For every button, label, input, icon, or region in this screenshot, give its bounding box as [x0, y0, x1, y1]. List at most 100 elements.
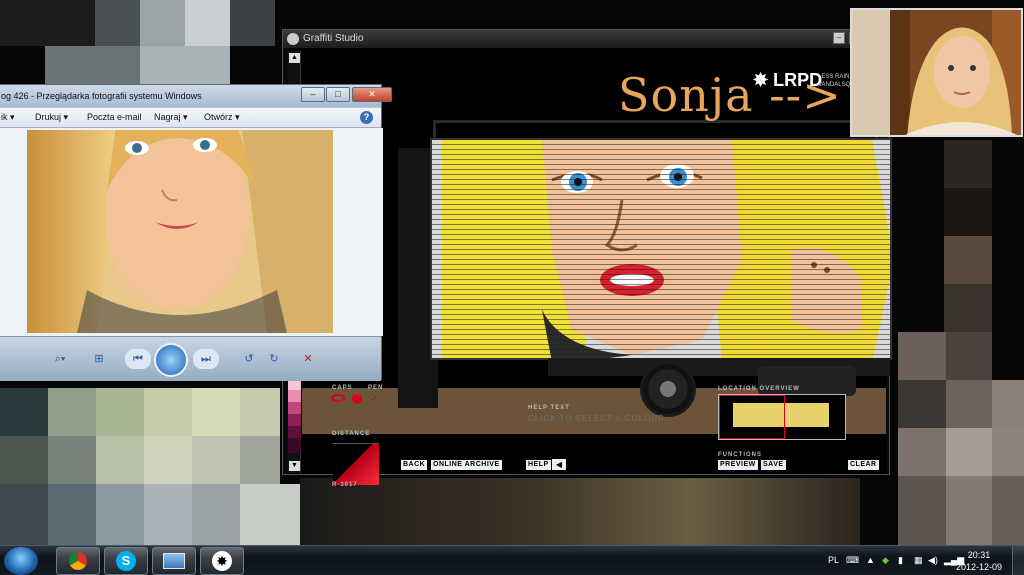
mosaic-tile	[992, 380, 1024, 428]
portrait-photo	[27, 130, 333, 333]
truck-wheel	[640, 361, 696, 417]
mosaic-tile	[946, 332, 992, 380]
show-hidden-icons[interactable]: ▲	[866, 555, 875, 565]
mosaic-tile	[144, 388, 192, 436]
preview-button[interactable]: PREVIEW	[718, 460, 758, 470]
slideshow-button[interactable]	[154, 343, 188, 377]
taskbar: S ✸ PL ⌨ ▲ ◆ ▮ ▦ ◀) ▂▄▆ 20:31 2012-12-09	[0, 545, 1024, 575]
maximize-button[interactable]: □	[326, 87, 350, 102]
green-app-icon[interactable]: ◆	[882, 555, 889, 566]
rotate-right-icon[interactable]: ↻	[265, 349, 283, 369]
graffiti-studio-titlebar[interactable]: Graffiti Studio – □	[283, 30, 889, 48]
menu-email[interactable]: Poczta e-mail	[87, 112, 142, 122]
mosaic-tile	[45, 46, 140, 86]
menu-print[interactable]: Drukuj ▾	[35, 112, 68, 123]
scroll-up-arrow-icon[interactable]: ▲	[289, 53, 300, 63]
truck-canvas[interactable]	[430, 138, 892, 360]
palette-swatch[interactable]	[288, 438, 301, 453]
help-button[interactable]: HELP	[526, 460, 551, 470]
skype-icon[interactable]: S	[104, 547, 148, 575]
mosaic-tile	[944, 140, 992, 188]
close-button[interactable]: ✕	[352, 87, 392, 102]
photo-viewer-window: og 426 - Przeglądarka fotografii systemu…	[0, 84, 392, 381]
palette-swatch[interactable]	[288, 390, 301, 402]
photo-viewer-toolbar: ⌕▾ ⊞ ⏮ ⏭ ↺ ↻ ✕	[0, 336, 381, 381]
desktop: Graffiti Studio – □ ▲ ▼	[0, 0, 1024, 575]
minimize-button[interactable]: –	[833, 32, 845, 44]
mosaic-tile	[898, 428, 946, 476]
keyboard-icon[interactable]: ⌨	[846, 555, 859, 566]
save-button[interactable]: SAVE	[761, 460, 786, 470]
viewport-indicator	[719, 395, 785, 439]
photo-viewer-body	[0, 128, 383, 336]
help-message: CLICK TO SELECT A COLOUR	[528, 414, 665, 423]
menu-burn[interactable]: Nagraj ▾	[154, 112, 188, 123]
mosaic-tile	[0, 0, 95, 46]
next-icon[interactable]: ⏭	[193, 349, 219, 369]
mosaic-tile	[144, 484, 192, 545]
previous-icon[interactable]: ⏮	[125, 349, 151, 369]
network-icon[interactable]: ▦	[914, 555, 923, 566]
mosaic-tile	[96, 388, 144, 436]
mosaic-tile	[0, 436, 48, 484]
caps-label: CAPS	[332, 385, 353, 391]
back-button[interactable]: BACK	[401, 460, 428, 470]
splat-icon: ✸	[753, 70, 769, 90]
mosaic-tile	[946, 428, 992, 476]
menu-open[interactable]: Otwórz ▾	[204, 112, 240, 123]
clear-button[interactable]: CLEAR	[848, 460, 879, 470]
chrome-icon[interactable]	[56, 547, 100, 575]
pen-tool-icon[interactable]: ✓	[370, 394, 378, 405]
location-overview-map[interactable]	[718, 394, 846, 440]
zoom-icon[interactable]: ⌕▾	[47, 349, 73, 369]
fit-window-icon[interactable]: ⊞	[89, 349, 109, 369]
mosaic-tile	[992, 476, 1024, 545]
show-desktop-button[interactable]	[1012, 546, 1024, 575]
truck-roof-rail	[433, 120, 878, 140]
mosaic-tile	[898, 380, 946, 428]
mosaic-tile	[48, 388, 96, 436]
mosaic-tile	[48, 484, 96, 545]
cap-fat-option[interactable]	[352, 394, 362, 404]
pen-label: PEN	[368, 385, 384, 391]
online-archive-button[interactable]: ONLINE ARCHIVE	[431, 460, 502, 470]
palette-swatch[interactable]	[288, 414, 301, 426]
mosaic-tile	[0, 484, 48, 545]
location-overview-label: LOCATION OVERVIEW	[718, 386, 800, 392]
mosaic-tile	[0, 388, 48, 436]
volume-icon[interactable]: ◀)	[928, 555, 938, 566]
functions-label: FUNCTIONS	[718, 452, 762, 458]
photo-viewer-titlebar[interactable]: og 426 - Przeglądarka fotografii systemu…	[0, 85, 392, 107]
mosaic-tile	[95, 0, 140, 46]
photo-viewer-icon[interactable]	[152, 547, 196, 575]
mosaic-tile	[192, 388, 240, 436]
help-icon[interactable]: ?	[360, 111, 373, 124]
delete-icon[interactable]: ✕	[299, 349, 317, 369]
language-indicator[interactable]: PL	[828, 555, 839, 565]
rotate-left-icon[interactable]: ↺	[240, 349, 258, 369]
distance-label: DISTANCE	[332, 431, 371, 437]
color-palette[interactable]	[288, 378, 301, 453]
device-icon[interactable]: ▮	[898, 555, 903, 566]
minimize-button[interactable]: –	[301, 87, 325, 102]
graffiti-studio-icon[interactable]: ✸	[200, 547, 244, 575]
distance-slider[interactable]	[333, 443, 379, 485]
window-title: Graffiti Studio	[303, 33, 364, 44]
start-button[interactable]	[4, 547, 38, 575]
mosaic-tile	[240, 436, 280, 484]
palette-swatch[interactable]	[288, 426, 301, 438]
mosaic-tile	[185, 0, 230, 46]
clock-date: 2012-12-09	[955, 562, 1002, 572]
mosaic-tile	[944, 284, 992, 332]
help-text-label: HELP TEXT	[528, 405, 570, 411]
mosaic-tile	[898, 476, 946, 545]
scroll-down-arrow-icon[interactable]: ▼	[289, 461, 300, 471]
sound-icon[interactable]: ◀	[552, 459, 566, 470]
photo-viewer-menubar: ik ▾ Drukuj ▾ Poczta e-mail Nagraj ▾ Otw…	[0, 108, 381, 128]
lrpd-brand: LRPD	[773, 70, 823, 90]
cap-thin-option[interactable]	[331, 394, 345, 402]
menu-file[interactable]: ik ▾	[1, 112, 15, 123]
clock[interactable]: 20:31 2012-12-09	[956, 549, 1002, 573]
palette-swatch[interactable]	[288, 402, 301, 414]
webcam-image	[852, 10, 1021, 135]
